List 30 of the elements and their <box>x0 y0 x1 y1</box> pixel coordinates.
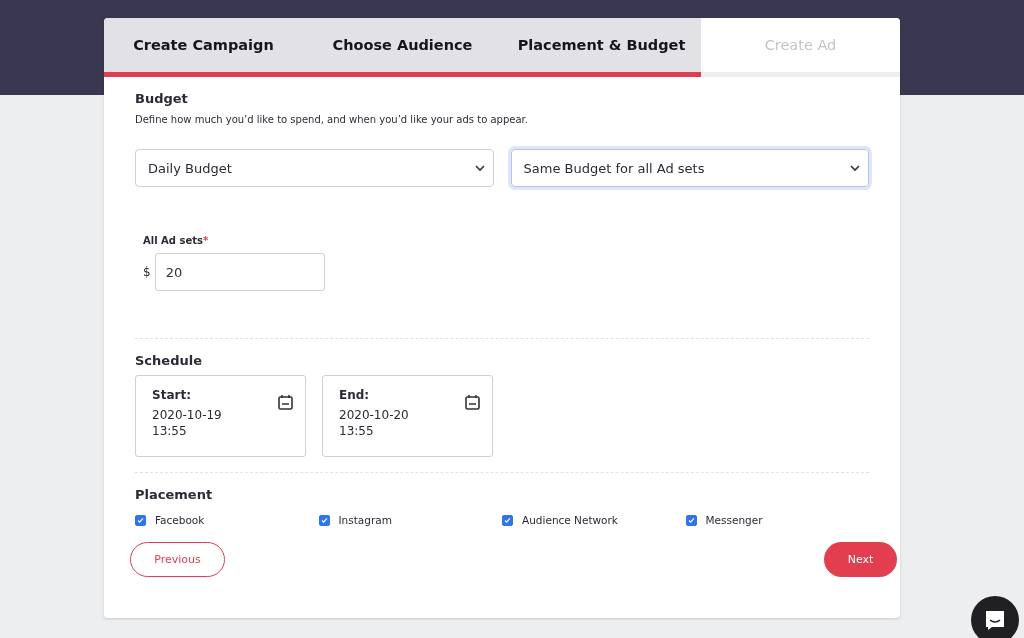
step-tab[interactable]: Choose Audience <box>303 18 502 77</box>
chevron-down-icon <box>850 164 860 172</box>
step-tab[interactable]: Create Campaign <box>104 18 303 77</box>
calendar-icon <box>465 394 480 410</box>
checkbox[interactable] <box>318 514 330 526</box>
chat-bubble-icon <box>984 609 1006 631</box>
date-picker[interactable]: Start: 2020-10-19 13:55 <box>135 375 306 457</box>
checkbox-label: Messenger <box>705 514 763 526</box>
checkbox[interactable] <box>685 514 697 526</box>
field-label: All Ad sets* <box>143 235 210 246</box>
dropdown[interactable]: Same Budget for all Ad sets <box>510 149 869 187</box>
checkbox[interactable] <box>135 514 146 526</box>
next-button[interactable]: Next <box>824 542 897 577</box>
checkbox-label: Instagram <box>338 514 392 526</box>
currency-symbol: $ <box>143 265 151 279</box>
checkbox-label: Facebook <box>155 514 205 526</box>
previous-button[interactable]: Previous <box>130 542 225 577</box>
section-title: Placement <box>135 487 214 502</box>
date-picker[interactable]: End: 2020-10-20 13:55 <box>322 375 493 457</box>
description-text: Define how much you’d like to spend, and when you’d like your ads to appear. <box>135 114 529 125</box>
section-title: Budget <box>135 91 189 106</box>
calendar-icon <box>278 394 293 410</box>
chat-button[interactable] <box>971 596 1019 638</box>
chevron-down-icon <box>474 164 485 172</box>
amount-field[interactable]: 20 <box>154 253 325 291</box>
section-title: Schedule <box>135 353 203 368</box>
dropdown[interactable]: Daily Budget <box>135 149 494 187</box>
checkbox-label: Audience Network <box>522 514 618 526</box>
checkbox[interactable] <box>502 514 513 526</box>
step-tab[interactable]: Placement & Budget <box>502 18 701 77</box>
